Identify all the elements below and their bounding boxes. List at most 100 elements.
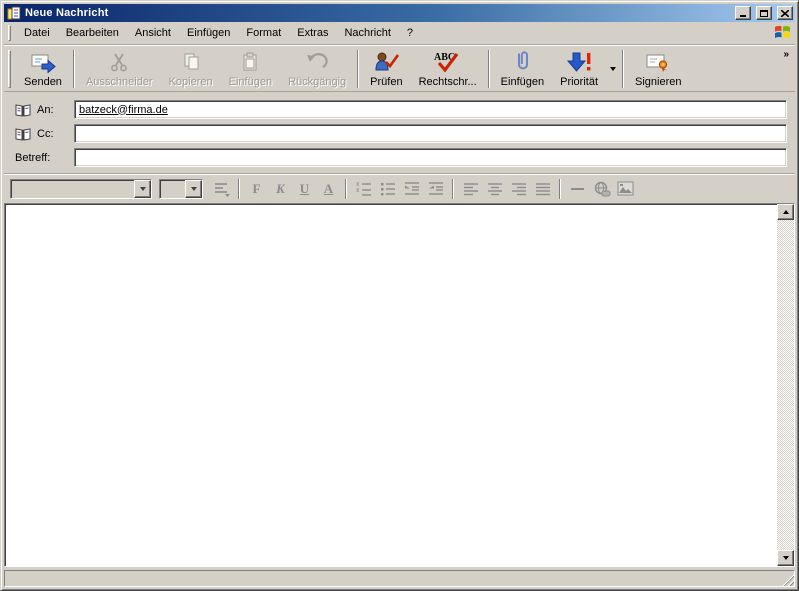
subject-label-group: Betreff: (12, 152, 74, 164)
menu-format[interactable]: Format (238, 24, 289, 42)
send-label: Senden (24, 76, 62, 88)
spelling-button[interactable]: ABC Rechtschr... (411, 47, 485, 91)
certificate-icon (644, 50, 672, 74)
attach-button[interactable]: Einfügen (493, 47, 552, 91)
priority-button[interactable]: Priorität (552, 47, 606, 91)
vertical-scrollbar (777, 204, 794, 566)
statusbar (4, 570, 795, 587)
to-field-row: An: (12, 100, 787, 119)
scroll-down-button[interactable] (777, 550, 794, 566)
menu-help[interactable]: ? (399, 24, 421, 42)
priority-dropdown-button[interactable] (606, 47, 619, 91)
undo-icon (305, 50, 329, 74)
minimize-button[interactable] (735, 6, 751, 20)
toolbar-separator (357, 50, 359, 88)
toolbar-overflow-chevron[interactable]: » (783, 49, 788, 60)
paste-label: Einfügen (229, 76, 272, 88)
insert-picture-icon (616, 180, 636, 198)
windows-logo-icon (773, 23, 792, 44)
sign-label: Signieren (635, 76, 681, 88)
format-separator (238, 179, 240, 199)
menu-ansicht[interactable]: Ansicht (127, 24, 179, 42)
align-center-icon (486, 181, 504, 197)
toolbar-separator (73, 50, 75, 88)
bullet-list-button (376, 178, 399, 200)
cc-input[interactable] (74, 124, 787, 143)
menu-extras[interactable]: Extras (289, 24, 336, 42)
main-toolbar: Senden Ausschneider Kopieren (4, 45, 795, 92)
paragraph-style-icon (213, 181, 231, 197)
message-body-area (4, 203, 795, 567)
undo-label: Rückgängig (288, 76, 346, 88)
italic-icon: K (276, 181, 285, 197)
paragraph-style-button (210, 178, 233, 200)
font-size-input[interactable] (160, 180, 185, 198)
subject-field-row: Betreff: (12, 148, 787, 167)
format-separator (559, 179, 561, 199)
italic-button: K (269, 178, 292, 200)
close-button[interactable] (777, 6, 793, 20)
undo-button: Rückgängig (280, 47, 354, 91)
menu-einfuegen[interactable]: Einfügen (179, 24, 238, 42)
insert-picture-button (614, 178, 637, 200)
clipboard-icon (238, 50, 262, 74)
paperclip-icon (510, 50, 534, 74)
bold-icon: F (253, 181, 261, 197)
font-name-combo[interactable] (10, 179, 152, 199)
format-toolbar: F K U A (4, 173, 795, 203)
chevron-down-icon (140, 187, 146, 191)
message-headers: An: Cc: Betreff: (4, 92, 795, 173)
check-names-icon (373, 50, 399, 74)
increase-indent-icon (427, 181, 445, 197)
check-names-button[interactable]: Prüfen (362, 47, 410, 91)
cc-label: Cc: (37, 128, 54, 140)
decrease-indent-button (400, 178, 423, 200)
format-separator (345, 179, 347, 199)
copy-button: Kopieren (161, 47, 221, 91)
send-button[interactable]: Senden (16, 47, 70, 91)
menubar-gripper[interactable] (8, 25, 11, 41)
to-input[interactable] (74, 100, 787, 119)
cut-label: Ausschneider (86, 76, 153, 88)
menu-nachricht[interactable]: Nachricht (336, 24, 398, 42)
menubar: Datei Bearbeiten Ansicht Einfügen Format… (4, 22, 795, 45)
bullet-list-icon (379, 181, 397, 197)
resize-grip[interactable] (781, 573, 794, 586)
justify-button (531, 178, 554, 200)
bold-button: F (245, 178, 268, 200)
numbered-list-icon (355, 181, 373, 197)
toolbar-gripper[interactable] (8, 50, 11, 88)
scissors-icon (107, 50, 131, 74)
cut-button: Ausschneider (78, 47, 161, 91)
message-body-editor[interactable] (5, 204, 777, 566)
cc-label-group: Cc: (12, 127, 74, 141)
font-name-dropdown-button[interactable] (134, 180, 151, 198)
sign-button[interactable]: Signieren (627, 47, 689, 91)
menu-bearbeiten[interactable]: Bearbeiten (58, 24, 127, 42)
triangle-up-icon (783, 210, 789, 214)
align-left-icon (462, 181, 480, 197)
copy-icon (179, 50, 203, 74)
scrollbar-track[interactable] (777, 220, 794, 550)
font-name-input[interactable] (11, 180, 134, 198)
maximize-button[interactable] (756, 6, 772, 20)
to-label-group: An: (12, 103, 74, 117)
font-size-dropdown-button[interactable] (185, 180, 202, 198)
decrease-indent-icon (403, 181, 421, 197)
send-icon (29, 50, 57, 74)
copy-label: Kopieren (169, 76, 213, 88)
address-book-icon[interactable] (15, 103, 31, 117)
font-size-combo[interactable] (159, 179, 203, 199)
menu-datei[interactable]: Datei (16, 24, 58, 42)
subject-input[interactable] (74, 148, 787, 167)
close-icon (781, 10, 789, 17)
priority-icon (565, 50, 593, 74)
font-color-icon: A (324, 181, 333, 197)
spelling-label: Rechtschr... (419, 76, 477, 88)
align-right-icon (510, 181, 528, 197)
increase-indent-button (424, 178, 447, 200)
address-book-icon[interactable] (15, 127, 31, 141)
align-center-button (483, 178, 506, 200)
scroll-up-button[interactable] (777, 204, 794, 220)
toolbar-separator (622, 50, 624, 88)
